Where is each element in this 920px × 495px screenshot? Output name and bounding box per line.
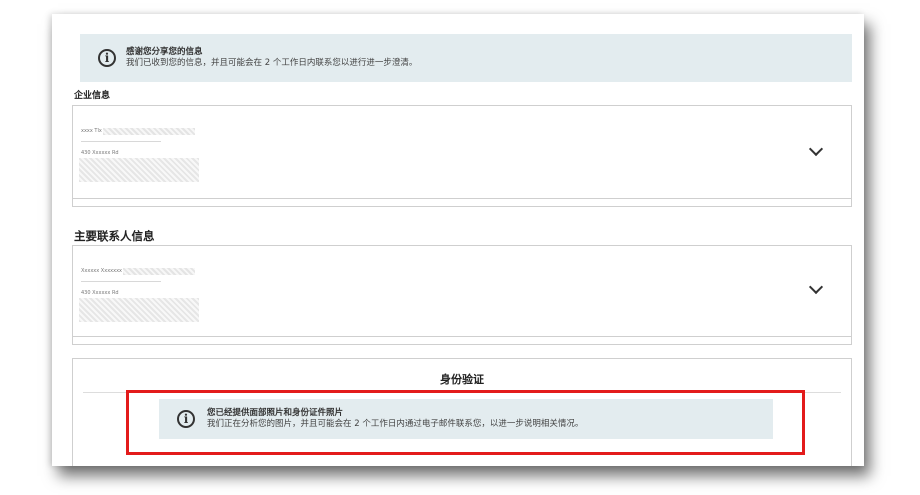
chevron-down-icon[interactable] <box>808 279 824 295</box>
divider <box>81 141 161 142</box>
identity-verification-card: 身份验证 i 您已经提供面部照片和身份证件照片 我们正在分析您的图片，并且可能会… <box>72 358 852 466</box>
chevron-down-icon[interactable] <box>808 141 824 157</box>
company-info-card[interactable]: xxxx Tlx 430 Xxxxxx Rd <box>72 105 852 199</box>
redacted-company-name <box>103 128 195 135</box>
contact-info-card[interactable]: Xxxxxx Xxxxxxx xx 430 Xxxxxx Rd <box>72 245 852 337</box>
redacted-contact-name <box>123 268 195 275</box>
redacted-contact-address <box>79 298 199 322</box>
company-section-label: 企业信息 <box>74 91 111 101</box>
info-icon: i <box>98 49 116 67</box>
banner-title: 感谢您分享您的信息 <box>126 47 203 57</box>
card-shadow-edge <box>72 337 852 345</box>
banner-body: 我们已收到您的信息，并且可能会在 2 个工作日内联系您以进行进一步澄清。 <box>126 58 418 68</box>
info-icon: i <box>177 410 195 428</box>
identity-info-body: 我们正在分析您的图片，并且可能会在 2 个工作日内通过电子邮件联系您，以进一步说… <box>207 419 584 429</box>
identity-info-banner: i 您已经提供面部照片和身份证件照片 我们正在分析您的图片，并且可能会在 2 个… <box>159 399 773 439</box>
redacted-company-address <box>79 158 199 182</box>
company-name: xxxx Tlx <box>81 128 102 134</box>
divider <box>81 281 161 282</box>
identity-info-title: 您已经提供面部照片和身份证件照片 <box>207 408 344 418</box>
info-banner: i 感谢您分享您的信息 我们已收到您的信息，并且可能会在 2 个工作日内联系您以… <box>80 34 852 82</box>
page-sheet: i 感谢您分享您的信息 我们已收到您的信息，并且可能会在 2 个工作日内联系您以… <box>52 14 864 466</box>
identity-title: 身份验证 <box>440 373 484 386</box>
contact-section-label: 主要联系人信息 <box>74 229 155 243</box>
divider <box>83 392 841 393</box>
contact-address: 430 Xxxxxx Rd <box>81 290 119 296</box>
card-shadow-edge <box>72 199 852 207</box>
company-address: 430 Xxxxxx Rd <box>81 150 119 156</box>
